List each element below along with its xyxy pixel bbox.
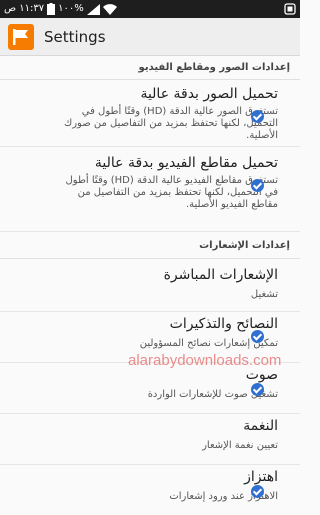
setting-title: تحميل الصور بدقة عالية (140, 86, 278, 102)
battery-icon (47, 3, 56, 15)
wifi-icon (102, 3, 117, 15)
signal-icon (86, 3, 100, 15)
app-bar: Settings (0, 18, 300, 56)
page-title: Settings (44, 28, 106, 46)
setting-title: تحميل مقاطع الفيديو بدقة عالية (94, 155, 278, 171)
setting-title: النغمة (243, 418, 278, 434)
settings-app-icon[interactable] (8, 24, 34, 50)
setting-push-notifications[interactable]: الإشعارات المباشرة تشغيل (0, 259, 300, 312)
check-icon[interactable] (251, 383, 264, 396)
section-header-notifications: إعدادات الإشعارات (0, 232, 300, 259)
section-header-label: إعدادات الصور ومقاطع الفيديو (138, 62, 290, 73)
status-right (284, 2, 296, 16)
setting-title: النصائح والتذكيرات (169, 316, 278, 332)
setting-summary: تشغيل (250, 289, 278, 300)
setting-summary: تستغرق الصور عالية الدقة (HD) وقتًا أطول… (63, 106, 278, 141)
check-icon[interactable] (251, 485, 264, 498)
setting-summary: تعيين نغمة الإشعار (202, 440, 278, 451)
check-icon[interactable] (251, 330, 264, 343)
section-header-media: إعدادات الصور ومقاطع الفيديو (0, 57, 300, 80)
status-left: ١١:٣٧ ص ١٠٠% (4, 2, 117, 16)
setting-title: صوت (245, 367, 278, 383)
setting-hd-photos[interactable]: تحميل الصور بدقة عالية تستغرق الصور عالي… (0, 80, 300, 147)
settings-list: إعدادات الصور ومقاطع الفيديو تحميل الصور… (0, 57, 300, 515)
setting-vibrate[interactable]: اهتزاز الاهتزاز عند ورود إشعارات (0, 465, 300, 515)
notification-icon (284, 3, 296, 15)
watermark: alarabydownloads.com (128, 352, 282, 369)
setting-title: الإشعارات المباشرة (163, 267, 278, 283)
section-header-label: إعدادات الإشعارات (199, 240, 290, 251)
check-icon[interactable] (251, 110, 264, 123)
status-bar: ١١:٣٧ ص ١٠٠% (0, 0, 300, 18)
check-icon[interactable] (251, 179, 264, 192)
status-time: ١١:٣٧ ص (4, 3, 45, 14)
setting-hd-videos[interactable]: تحميل مقاطع الفيديو بدقة عالية تستغرق مق… (0, 147, 300, 232)
setting-title: اهتزاز (244, 469, 278, 485)
setting-sound[interactable]: صوت تشغيل صوت للإشعارات الواردة (0, 363, 300, 414)
setting-ringtone[interactable]: النغمة تعيين نغمة الإشعار (0, 414, 300, 465)
setting-summary: تستغرق مقاطع الفيديو عالية الدقة (HD) وق… (65, 175, 278, 210)
battery-percent: ١٠٠% (58, 3, 84, 14)
